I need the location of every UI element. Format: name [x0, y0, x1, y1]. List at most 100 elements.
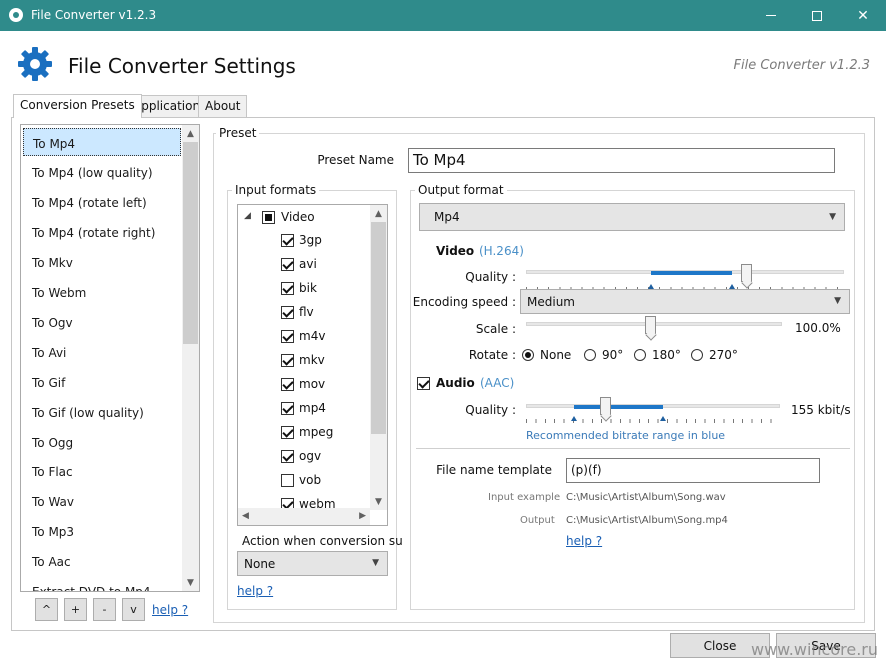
tree-item[interactable]: avi [238, 255, 370, 279]
window-title: File Converter v1.2.3 [31, 8, 157, 22]
scale-thumb[interactable] [645, 316, 656, 334]
preset-item[interactable]: Extract DVD to Mp4 [23, 577, 181, 591]
input-formats-title: Input formats [232, 183, 320, 197]
tree-item[interactable]: 3gp [238, 231, 370, 255]
tree-root-video[interactable]: ◢ Video [238, 207, 370, 231]
tree-item[interactable]: bik [238, 279, 370, 303]
audio-quality-thumb[interactable] [600, 397, 611, 415]
preset-list[interactable]: To Mp4 To Mp4 (low quality) To Mp4 (rota… [20, 124, 200, 592]
tree-item[interactable]: flv [238, 303, 370, 327]
format-checkbox[interactable] [281, 258, 294, 271]
scroll-up-icon[interactable]: ▲ [370, 205, 387, 222]
preset-item[interactable]: To Ogg [23, 428, 181, 456]
format-checkbox[interactable] [281, 474, 294, 487]
presets-help-link[interactable]: help ? [152, 603, 188, 617]
format-label: mov [299, 377, 326, 391]
output-format-select[interactable]: Mp4 ▼ [419, 203, 845, 231]
preset-item[interactable]: To Mkv [23, 248, 181, 276]
maximize-button[interactable] [794, 0, 840, 31]
action-select[interactable]: None ▼ [237, 551, 388, 576]
page-title: File Converter Settings [68, 54, 296, 78]
action-value: None [244, 557, 276, 571]
preset-item[interactable]: To Flac [23, 457, 181, 485]
tree-item[interactable]: mov [238, 375, 370, 399]
preset-name-label: Preset Name [317, 153, 394, 167]
scrollbar-thumb[interactable] [371, 222, 386, 434]
rotate-none-radio[interactable] [522, 349, 534, 361]
format-checkbox[interactable] [281, 402, 294, 415]
tree-item[interactable]: mkv [238, 351, 370, 375]
range-start-marker [571, 416, 577, 421]
format-label: avi [299, 257, 317, 271]
add-preset-button[interactable]: + [64, 598, 87, 621]
file-name-template-input[interactable]: (p)(f) [566, 458, 820, 483]
preset-item[interactable]: To Avi [23, 338, 181, 366]
move-up-button[interactable]: ^ [35, 598, 58, 621]
audio-section-label: Audio [436, 376, 475, 390]
format-checkbox[interactable] [281, 426, 294, 439]
input-formats-help-link[interactable]: help ? [237, 584, 273, 598]
scroll-up-icon[interactable]: ▲ [182, 125, 199, 142]
audio-quality-label: Quality : [465, 403, 516, 417]
tree-item[interactable]: mpeg [238, 423, 370, 447]
format-checkbox[interactable] [281, 234, 294, 247]
scroll-down-icon[interactable]: ▼ [182, 574, 199, 591]
video-quality-label: Quality : [465, 270, 516, 284]
scroll-right-icon[interactable]: ▶ [359, 511, 366, 521]
format-checkbox[interactable] [281, 450, 294, 463]
rotate-270-radio[interactable] [691, 349, 703, 361]
format-checkbox[interactable] [281, 306, 294, 319]
tree-item[interactable]: ogv [238, 447, 370, 471]
preset-item[interactable]: To Mp3 [23, 517, 181, 545]
chevron-down-icon: ▼ [372, 558, 379, 568]
tree-root-label: Video [281, 210, 315, 224]
audio-checkbox[interactable] [417, 377, 430, 390]
rotate-option-label: 90° [602, 348, 624, 362]
preset-item[interactable]: To Wav [23, 487, 181, 515]
encoding-speed-select[interactable]: Medium ▼ [520, 289, 850, 314]
minimize-button[interactable] [748, 0, 794, 31]
format-checkbox[interactable] [281, 282, 294, 295]
scroll-down-icon[interactable]: ▼ [370, 493, 387, 510]
preset-item[interactable]: To Gif (low quality) [23, 398, 181, 426]
scrollbar-thumb[interactable] [183, 142, 198, 344]
action-label: Action when conversion su [242, 534, 403, 548]
output-format-help-link[interactable]: help ? [566, 534, 602, 548]
watermark: www.wincore.ru [750, 640, 878, 659]
tab-about[interactable]: About [198, 95, 248, 117]
scale-label: Scale : [475, 322, 516, 336]
close-window-button[interactable]: ✕ [840, 0, 886, 31]
preset-name-input[interactable]: To Mp4 [408, 148, 835, 173]
rotate-90-radio[interactable] [584, 349, 596, 361]
video-quality-thumb[interactable] [740, 264, 752, 282]
preset-item[interactable]: To Mp4 (rotate left) [23, 188, 181, 216]
tree-item[interactable]: m4v [238, 327, 370, 351]
input-formats-tree[interactable]: ◢ Video 3gp avi bik flv m4v mkv mov mp4 … [237, 204, 388, 526]
preset-item[interactable]: To Mp4 (low quality) [23, 158, 181, 186]
preset-item[interactable]: To Webm [23, 278, 181, 306]
expand-arrow-icon[interactable]: ◢ [244, 211, 251, 221]
tree-horizontal-scrollbar[interactable]: ◀ ▶ [238, 508, 370, 525]
preset-item[interactable]: To Mp4 [23, 128, 181, 156]
rotate-180-radio[interactable] [634, 349, 646, 361]
move-down-button[interactable]: v [122, 598, 145, 621]
video-checkbox[interactable] [262, 211, 275, 224]
tree-item[interactable]: mp4 [238, 399, 370, 423]
format-checkbox[interactable] [281, 354, 294, 367]
tab-conversion-presets[interactable]: Conversion Presets [13, 94, 142, 118]
scroll-left-icon[interactable]: ◀ [242, 511, 249, 521]
output-format-group [410, 190, 855, 610]
preset-list-scrollbar[interactable]: ▲ ▼ [182, 125, 199, 591]
minimize-icon [766, 15, 776, 16]
chevron-down-icon: ▼ [834, 296, 841, 306]
remove-preset-button[interactable]: - [93, 598, 116, 621]
format-checkbox[interactable] [281, 378, 294, 391]
tree-item[interactable]: vob [238, 471, 370, 495]
preset-item[interactable]: To Gif [23, 368, 181, 396]
format-checkbox[interactable] [281, 330, 294, 343]
tree-scrollbar[interactable]: ▲ ▼ [370, 205, 387, 510]
preset-item[interactable]: To Aac [23, 547, 181, 575]
preset-item[interactable]: To Mp4 (rotate right) [23, 218, 181, 246]
preset-item[interactable]: To Ogv [23, 308, 181, 336]
title-bar[interactable]: File Converter v1.2.3 ✕ [0, 0, 886, 31]
